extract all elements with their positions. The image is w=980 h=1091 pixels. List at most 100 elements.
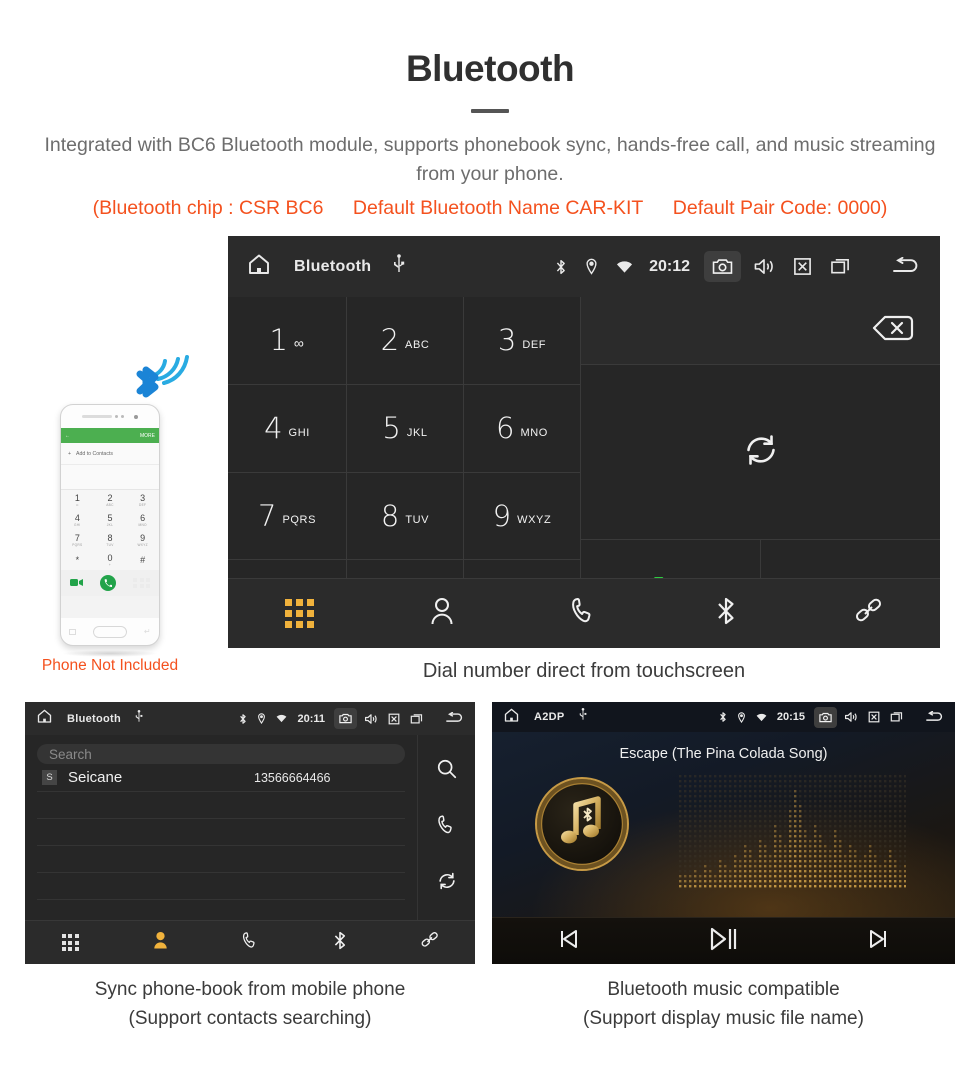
nav-call-log[interactable] (513, 596, 655, 631)
call-icon[interactable] (436, 814, 458, 841)
phonebook-caption-line1: Sync phone-book from mobile phone (94, 979, 406, 1000)
previous-icon (557, 927, 581, 956)
next-button[interactable] (801, 927, 955, 956)
usb-icon (579, 708, 587, 726)
search-input[interactable]: Search (37, 744, 405, 764)
phone-action-row (61, 570, 159, 596)
phone-nav-bar: ↵ (61, 618, 159, 645)
nav-bluetooth[interactable] (295, 930, 385, 956)
spec-pair-code: Default Pair Code: 0000) (672, 197, 888, 219)
page-title: Bluetooth (405, 48, 575, 89)
music-title: A2DP (534, 711, 565, 723)
dial-key-1[interactable]: 1 ∞ (228, 297, 347, 385)
contact-avatar: S (42, 770, 57, 785)
nav-contacts[interactable] (115, 930, 205, 955)
spec-bt-name: Default Bluetooth Name CAR-KIT (352, 197, 644, 219)
next-icon (866, 927, 890, 956)
bluetooth-icon (715, 595, 737, 632)
phone-key: 3 DEF (139, 492, 147, 507)
dialer-status-bar: Bluetooth 20:12 (228, 236, 940, 297)
nav-call-log[interactable] (205, 931, 295, 955)
dial-key-3[interactable]: 3 DEF (464, 297, 581, 385)
bluetooth-wireless-logo (128, 347, 190, 404)
previous-button[interactable] (492, 927, 646, 956)
phone-number-field (61, 465, 159, 490)
phone-key: 8 TUV (106, 532, 114, 547)
dial-key-2[interactable]: 2 ABC (347, 297, 464, 385)
phone-back-icon: ← (65, 432, 70, 439)
camera-icon[interactable] (814, 706, 837, 728)
phone-keypad: 1 ∞ 2 ABC 3 DEF 4 GHI 5 JKL 6 MNO 7 PQRS 8 TUV 9… (61, 490, 159, 570)
recent-apps-icon[interactable] (407, 711, 427, 727)
music-screen: A2DP 20:15 Escape (The Pina Colada Song) (492, 702, 955, 964)
contact-row[interactable]: S Seicane 13566664466 (37, 764, 405, 792)
home-icon[interactable] (503, 707, 520, 728)
back-icon[interactable] (884, 253, 926, 281)
keypad-icon (61, 934, 79, 951)
contact-row-empty (37, 873, 405, 900)
usb-icon (135, 709, 143, 728)
album-art (535, 777, 629, 871)
camera-icon[interactable] (334, 708, 357, 729)
recent-apps-icon[interactable] (824, 253, 858, 280)
plus-icon: + (68, 450, 72, 457)
volume-icon[interactable] (361, 711, 381, 727)
dial-key-8[interactable]: 8 TUV (347, 472, 464, 561)
volume-icon[interactable] (747, 253, 781, 280)
home-icon[interactable] (36, 708, 53, 729)
music-caption-line2: (Support display music file name) (583, 1008, 864, 1029)
phone-key: 5 JKL (106, 512, 114, 527)
close-box-icon[interactable] (385, 711, 403, 727)
phone-add-contacts-row: + Add to Contacts (61, 443, 159, 465)
dial-key-5[interactable]: 5 JKL (347, 384, 464, 473)
wifi-icon (753, 711, 770, 724)
dial-key-6[interactable]: 6 MNO (464, 384, 581, 473)
location-icon (579, 254, 604, 279)
back-icon[interactable] (921, 709, 947, 726)
wifi-icon (610, 256, 639, 278)
nav-bluetooth[interactable] (655, 595, 797, 632)
wifi-icon (273, 712, 290, 725)
phone-key: 9 WXYZ (137, 532, 148, 547)
nav-link[interactable] (385, 930, 475, 955)
contacts-icon (152, 930, 169, 955)
phone-more-label: MORE (140, 432, 155, 439)
nav-keypad[interactable] (228, 599, 370, 628)
music-body: Escape (The Pina Colada Song) (492, 732, 955, 917)
backspace-icon[interactable] (870, 314, 916, 347)
volume-icon[interactable] (841, 709, 861, 725)
phone-key: 2 ABC (106, 492, 114, 507)
nav-link[interactable] (798, 596, 940, 631)
recent-apps-icon[interactable] (887, 709, 907, 725)
sync-icon[interactable] (436, 870, 458, 897)
camera-icon[interactable] (704, 251, 741, 282)
nav-keypad[interactable] (25, 934, 115, 951)
dial-key-7[interactable]: 7 PQRS (228, 472, 347, 561)
song-title: Escape (The Pina Colada Song) (619, 746, 828, 762)
contact-row-empty (37, 846, 405, 873)
close-box-icon[interactable] (787, 253, 818, 280)
music-caption-line1: Bluetooth music compatible (607, 979, 840, 1000)
contact-row-empty (37, 792, 405, 819)
play-pause-icon (708, 925, 738, 958)
nav-contacts[interactable] (370, 596, 512, 631)
music-clock: 20:15 (776, 711, 805, 723)
home-icon[interactable] (246, 252, 272, 281)
phone-home-icon (93, 625, 128, 638)
search-icon[interactable] (436, 758, 458, 785)
location-icon (734, 710, 749, 725)
dialer-title: Bluetooth (294, 257, 372, 275)
dial-key-9[interactable]: 9 WXYZ (464, 472, 581, 561)
contact-name: Seicane (68, 769, 123, 786)
call-log-icon (241, 931, 260, 955)
bluetooth-icon (549, 254, 573, 280)
sync-icon[interactable] (741, 430, 781, 475)
phone-recents-icon (69, 628, 77, 635)
phone-key: * (75, 554, 80, 565)
back-icon[interactable] (441, 710, 467, 727)
play-pause-button[interactable] (646, 925, 800, 958)
contacts-icon (429, 596, 455, 631)
spec-line: (Bluetooth chip : CSR BC6 Default Blueto… (0, 197, 980, 220)
close-box-icon[interactable] (865, 709, 883, 725)
dial-key-4[interactable]: 4 GHI (228, 384, 347, 473)
